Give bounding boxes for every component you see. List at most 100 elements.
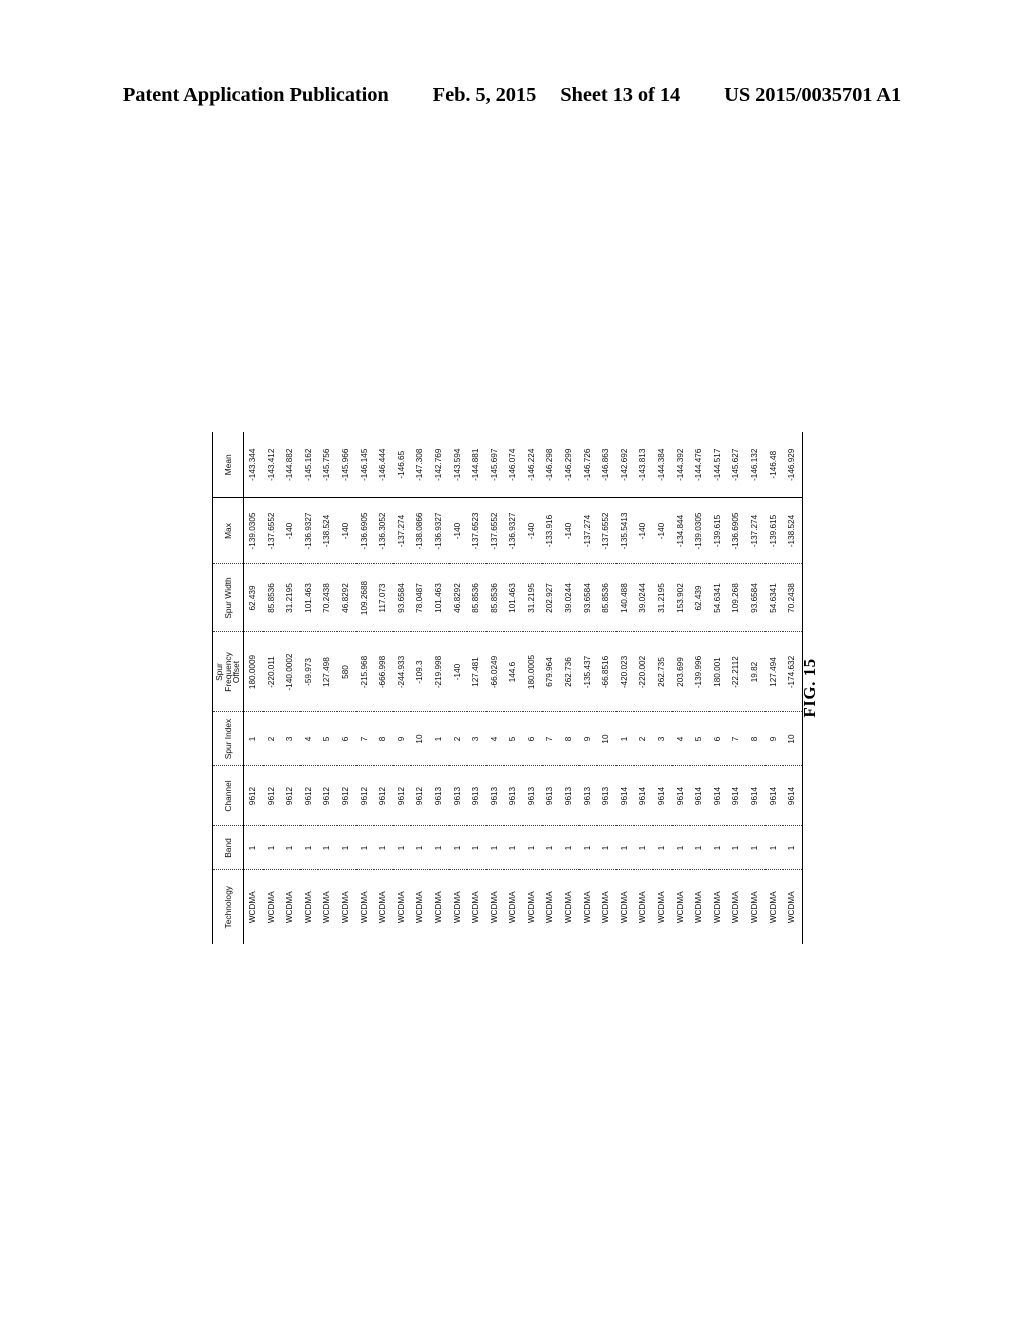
cell-band: 1 [299, 826, 319, 870]
cell-spur-frequency-offset: 127.498 [318, 632, 337, 712]
cell-band: 1 [411, 826, 430, 870]
cell-band: 1 [746, 826, 765, 870]
cell-spur-width: 85.8536 [467, 564, 486, 632]
table-row: WCDMA 1 9612 9 -244.933 93.6584 -137.274 -146.6… [392, 432, 412, 944]
table-row: WCDMA 1 9613 4 -66.0249 85.8536 -137.6552 -145.… [485, 432, 505, 944]
cell-spur-index: 8 [560, 712, 579, 766]
cell-spur-width: 31.2195 [522, 564, 542, 632]
cell-spur-width: 109.2688 [355, 564, 375, 632]
cell-max: -139.615 [708, 498, 728, 564]
cell-max: -140 [522, 498, 542, 564]
cell-technology: WCDMA [374, 870, 393, 944]
cell-spur-frequency-offset: -666.998 [374, 632, 393, 712]
table-row: WCDMA 1 9614 4 203.699 153.902 -134.844 -144.39… [671, 432, 691, 944]
cell-band: 1 [336, 826, 356, 870]
cell-spur-width: 101.463 [504, 564, 523, 632]
cell-spur-width: 39.0244 [634, 564, 654, 632]
cell-technology: WCDMA [560, 870, 579, 944]
table-row: WCDMA 1 9614 9 127.494 54.6341 -139.615 -146.48 [764, 432, 784, 944]
cell-spur-index: 2 [448, 712, 468, 766]
cell-spur-index: 3 [653, 712, 672, 766]
cell-spur-frequency-offset: -220.011 [262, 632, 282, 712]
cell-band: 1 [541, 826, 561, 870]
cell-spur-width: 93.6584 [578, 564, 598, 632]
column-header-channel: Channel [212, 766, 244, 826]
cell-technology: WCDMA [448, 870, 468, 944]
cell-technology: WCDMA [392, 870, 412, 944]
cell-spur-frequency-offset: -420.023 [615, 632, 635, 712]
cell-spur-width: 62.439 [690, 564, 709, 632]
cell-spur-width: 101.463 [429, 564, 449, 632]
table-row: WCDMA 1 9613 9 -135.437 93.6584 -137.274 -146.7… [578, 432, 598, 944]
cell-max: -138.0866 [411, 498, 430, 564]
cell-mean: -145.627 [731, 448, 741, 481]
offset-header-line-3: Offset [231, 660, 242, 684]
cell-spur-width: 85.8536 [262, 564, 282, 632]
cell-channel: 9613 [429, 766, 449, 826]
cell-mean: -143.813 [638, 448, 648, 481]
cell-spur-frequency-offset: 262.736 [560, 632, 579, 712]
cell-max: -136.9327 [429, 498, 449, 564]
cell-technology: WCDMA [578, 870, 598, 944]
cell-channel: 9614 [764, 766, 784, 826]
cell-spur-frequency-offset: 180.001 [708, 632, 728, 712]
cell-max: -133.916 [541, 498, 561, 564]
cell-mean: -146.48 [768, 450, 778, 479]
cell-band: 1 [615, 826, 635, 870]
cell-max: -138.524 [318, 498, 337, 564]
cell-mean: -143.594 [452, 448, 462, 481]
cell-max: -137.6552 [262, 498, 282, 564]
cell-spur-index: 4 [485, 712, 505, 766]
cell-spur-index: 10 [597, 712, 616, 766]
cell-band: 1 [318, 826, 337, 870]
cell-channel: 9613 [485, 766, 505, 826]
table-row: WCDMA 1 9612 10 -109.3 78.0487 -138.0866 -147.3… [411, 432, 430, 944]
cell-spur-frequency-offset: -219.998 [429, 632, 449, 712]
cell-technology: WCDMA [429, 870, 449, 944]
cell-max: -136.9327 [504, 498, 523, 564]
cell-mean: -144.882 [285, 448, 295, 481]
cell-channel: 9614 [615, 766, 635, 826]
table-row: WCDMA 1 9612 5 127.498 70.2438 -138.524 -145.75… [318, 432, 337, 944]
table-row: WCDMA 1 9614 6 180.001 54.6341 -139.615 -144.51… [708, 432, 728, 944]
cell-spur-frequency-offset: -66.0249 [485, 632, 505, 712]
cell-mean: -143.344 [247, 448, 257, 481]
cell-band: 1 [504, 826, 523, 870]
cell-spur-width: 54.6341 [708, 564, 728, 632]
cell-technology: WCDMA [690, 870, 709, 944]
cell-spur-index: 8 [374, 712, 393, 766]
cell-mean: -146.074 [508, 448, 518, 481]
cell-technology: WCDMA [504, 870, 523, 944]
cell-technology: WCDMA [727, 870, 747, 944]
cell-technology: WCDMA [355, 870, 375, 944]
cell-band: 1 [764, 826, 784, 870]
table-row: WCDMA 1 9614 2 -220.002 39.0244 -140 -143.813 [634, 432, 654, 944]
cell-spur-frequency-offset: 180.0005 [522, 632, 542, 712]
rotated-table-wrapper: Technology Band Channel Spur Index Spur … [212, 338, 812, 1038]
cell-spur-frequency-offset: -66.8516 [597, 632, 616, 712]
cell-channel: 9614 [653, 766, 672, 826]
cell-max: -140 [281, 498, 300, 564]
cell-band: 1 [485, 826, 505, 870]
cell-max: -137.274 [578, 498, 598, 564]
cell-spur-index: 9 [392, 712, 412, 766]
table-row: WCDMA 1 9614 8 19.82 93.6584 -137.274 -146.132 [746, 432, 765, 944]
cell-band: 1 [708, 826, 728, 870]
cell-spur-frequency-offset: -220.002 [634, 632, 654, 712]
cell-technology: WCDMA [746, 870, 765, 944]
cell-mean: -146.863 [601, 448, 611, 481]
cell-max: -137.6523 [467, 498, 486, 564]
table-row: WCDMA 1 9612 1 180.0009 62.439 -139.0305 -143.3… [243, 432, 263, 944]
table-row: WCDMA 1 9614 5 -139.996 62.439 -139.0305 -144.4… [690, 432, 709, 944]
cell-channel: 9614 [690, 766, 709, 826]
cell-spur-frequency-offset: -139.996 [690, 632, 709, 712]
cell-mean: -146.444 [378, 448, 388, 481]
cell-mean: -146.132 [750, 448, 760, 481]
cell-max: -137.274 [746, 498, 765, 564]
cell-technology: WCDMA [485, 870, 505, 944]
cell-channel: 9614 [708, 766, 728, 826]
cell-mean: -146.224 [526, 448, 536, 481]
cell-band: 1 [634, 826, 654, 870]
cell-channel: 9614 [783, 766, 803, 826]
table-row: WCDMA 1 9612 6 580 46.8292 -140 -145.966 [336, 432, 356, 944]
